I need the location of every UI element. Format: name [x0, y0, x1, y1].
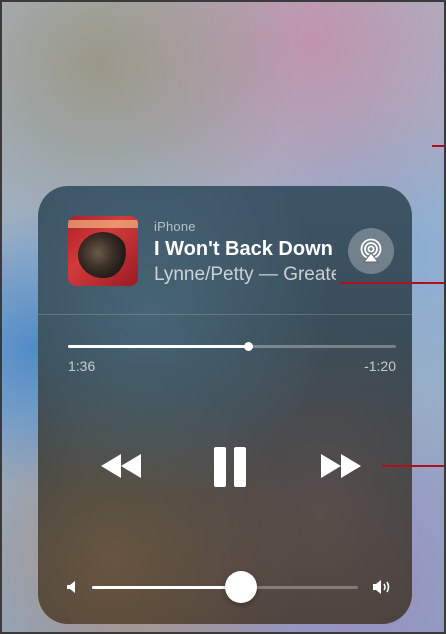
- volume-low-icon: [66, 580, 78, 599]
- callout-line-top: [432, 145, 446, 147]
- rewind-button[interactable]: [98, 448, 144, 484]
- pause-icon: [214, 447, 246, 487]
- volume-slider[interactable]: [92, 571, 358, 603]
- progress-fill: [68, 345, 249, 348]
- album-artwork[interactable]: [68, 216, 138, 286]
- volume-knob[interactable]: [224, 571, 257, 603]
- now-playing-header[interactable]: iPhone I Won't Back Down Lynne/Petty — G…: [38, 186, 412, 314]
- header-divider: [38, 314, 412, 315]
- volume-fill: [92, 586, 241, 589]
- progress-scrubber[interactable]: [68, 342, 396, 351]
- airplay-icon: [360, 238, 382, 263]
- control-center-screen: iPhone I Won't Back Down Lynne/Petty — G…: [0, 0, 446, 634]
- fast-forward-button[interactable]: [318, 448, 364, 484]
- fast-forward-icon: [321, 454, 361, 478]
- pause-button[interactable]: [208, 444, 252, 490]
- progress-knob[interactable]: [244, 342, 254, 351]
- rewind-icon: [101, 454, 141, 478]
- song-title: I Won't Back Down: [154, 238, 333, 260]
- album-artwork-band: [68, 220, 138, 228]
- airplay-button[interactable]: [348, 228, 394, 274]
- device-label: iPhone: [154, 219, 196, 234]
- callout-line-header: [340, 282, 446, 284]
- now-playing-card: iPhone I Won't Back Down Lynne/Petty — G…: [38, 186, 412, 624]
- album-artwork-image: [78, 232, 128, 278]
- elapsed-time: 1:36: [68, 358, 96, 374]
- volume-high-icon: [372, 578, 394, 601]
- volume-control: [62, 570, 398, 606]
- remaining-time: -1:20: [364, 358, 396, 374]
- song-subtitle: Lynne/Petty — Greatest Hits: [154, 264, 336, 285]
- callout-line-controls: [382, 465, 446, 467]
